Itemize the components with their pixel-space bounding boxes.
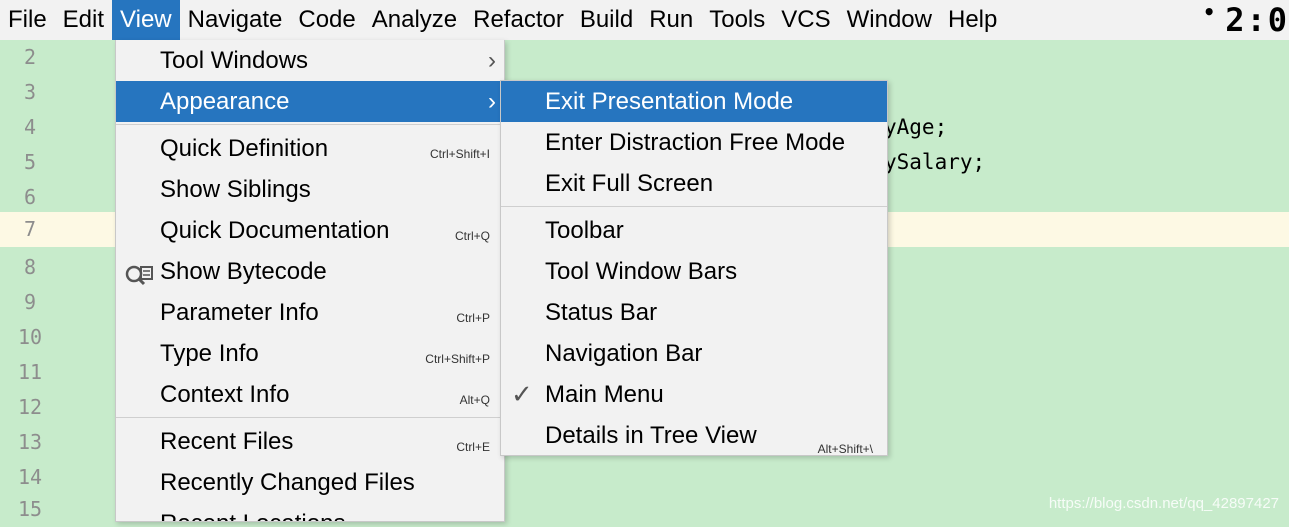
menu-item-recently-changed-files[interactable]: Recently Changed Files	[116, 462, 504, 503]
line-number: 4	[23, 115, 37, 139]
menu-item-label: Tool Windows	[160, 47, 309, 74]
menu-item-label: Tool Window Bars	[545, 258, 738, 285]
menu-item-details-in-tree-view[interactable]: Details in Tree View Alt+Shift+\	[501, 415, 887, 456]
menu-vcs[interactable]: VCS	[773, 0, 838, 40]
line-number: 13	[17, 430, 43, 454]
menu-item-enter-distraction-free-mode[interactable]: Enter Distraction Free Mode	[501, 122, 887, 163]
menu-item-tool-window-bars[interactable]: Tool Window Bars	[501, 251, 887, 292]
menu-item-label: Exit Presentation Mode	[545, 88, 794, 115]
menu-item-navigation-bar[interactable]: Navigation Bar	[501, 333, 887, 374]
menu-item-quick-documentation[interactable]: Quick Documentation Ctrl+Q	[116, 210, 504, 251]
checkmark-icon: ✓	[511, 379, 533, 409]
line-number: 7	[23, 217, 37, 241]
code-text: ySalary;	[884, 150, 986, 174]
chevron-right-icon: ›	[488, 47, 496, 74]
menu-item-type-info[interactable]: Type Info Ctrl+Shift+P	[116, 333, 504, 374]
menu-item-parameter-info[interactable]: Parameter Info Ctrl+P	[116, 292, 504, 333]
menu-code[interactable]: Code	[290, 0, 363, 40]
menu-help[interactable]: Help	[940, 0, 1005, 40]
menu-build[interactable]: Build	[572, 0, 641, 40]
menu-run[interactable]: Run	[641, 0, 701, 40]
watermark: https://blog.csdn.net/qq_42897427	[1048, 495, 1279, 512]
menu-item-appearance[interactable]: Appearance ›	[116, 81, 504, 122]
menu-item-status-bar[interactable]: Status Bar	[501, 292, 887, 333]
menu-file[interactable]: File	[0, 0, 55, 40]
menu-analyze[interactable]: Analyze	[364, 0, 465, 40]
bytecode-search-icon	[124, 260, 154, 286]
menu-item-label: Status Bar	[545, 299, 658, 326]
view-menu-dropdown: Tool Windows › Appearance › Quick Defini…	[115, 40, 505, 522]
menu-item-exit-presentation-mode[interactable]: Exit Presentation Mode	[501, 81, 887, 122]
menu-item-context-info[interactable]: Context Info Alt+Q	[116, 374, 504, 415]
menu-edit[interactable]: Edit	[55, 0, 112, 40]
menu-refactor[interactable]: Refactor	[465, 0, 572, 40]
line-number: 9	[23, 290, 37, 314]
menu-item-show-bytecode[interactable]: Show Bytecode	[116, 251, 504, 292]
menu-item-tool-windows[interactable]: Tool Windows ›	[116, 40, 504, 81]
menu-window[interactable]: Window	[839, 0, 940, 40]
menu-item-show-siblings[interactable]: Show Siblings	[116, 169, 504, 210]
menu-item-label: Show Siblings	[160, 176, 311, 203]
menu-item-label: Details in Tree View	[545, 422, 757, 449]
line-number: 14	[17, 465, 43, 489]
appearance-submenu: Exit Presentation Mode Enter Distraction…	[500, 80, 888, 456]
menu-item-label: Type Info	[160, 340, 259, 367]
line-number: 6	[23, 185, 37, 209]
clock: • 2:0	[1203, 0, 1289, 40]
menu-item-quick-definition[interactable]: Quick Definition Ctrl+Shift+I	[116, 128, 504, 169]
menu-item-label: Recent Files	[160, 428, 294, 455]
menu-item-label: Appearance	[160, 88, 290, 115]
menu-item-label: Quick Definition	[160, 135, 329, 162]
menu-tools[interactable]: Tools	[701, 0, 773, 40]
menu-navigate[interactable]: Navigate	[180, 0, 291, 40]
line-number: 10	[17, 325, 43, 349]
menu-item-recent-files[interactable]: Recent Files Ctrl+E	[116, 421, 504, 462]
chevron-right-icon: ›	[488, 88, 496, 115]
menu-item-label: Context Info	[160, 381, 290, 408]
menu-item-label: Show Bytecode	[160, 258, 327, 285]
line-number: 12	[17, 395, 43, 419]
line-number: 2	[23, 45, 37, 69]
menu-item-label: Main Menu	[545, 381, 664, 408]
line-number: 3	[23, 80, 37, 104]
line-number: 11	[17, 360, 43, 384]
menu-item-toolbar[interactable]: Toolbar	[501, 210, 887, 251]
shortcut-label: Alt+Shift+\	[817, 442, 873, 456]
menu-item-label: Enter Distraction Free Mode	[545, 129, 846, 156]
menu-item-label: Parameter Info	[160, 299, 319, 326]
menu-item-main-menu[interactable]: ✓ Main Menu	[501, 374, 887, 415]
menu-item-label: Navigation Bar	[545, 340, 703, 367]
clock-text: 2:0	[1225, 1, 1289, 39]
menu-bar: File Edit View Navigate Code Analyze Ref…	[0, 0, 1289, 40]
line-number: 5	[23, 150, 37, 174]
menu-item-label: Toolbar	[545, 217, 624, 244]
menu-view[interactable]: View	[112, 0, 180, 40]
menu-item-label: Recently Changed Files	[160, 469, 415, 496]
code-text: yAge;	[884, 115, 948, 139]
line-number: 8	[23, 255, 37, 279]
menu-item-label: Recent Locations	[160, 503, 345, 521]
menu-item-exit-full-screen[interactable]: Exit Full Screen	[501, 163, 887, 204]
menu-item-label: Quick Documentation	[160, 217, 390, 244]
clock-dot: •	[1203, 0, 1218, 24]
menu-item-label: Exit Full Screen	[545, 170, 714, 197]
menu-item-recent-locations[interactable]: Recent Locations	[116, 503, 504, 521]
